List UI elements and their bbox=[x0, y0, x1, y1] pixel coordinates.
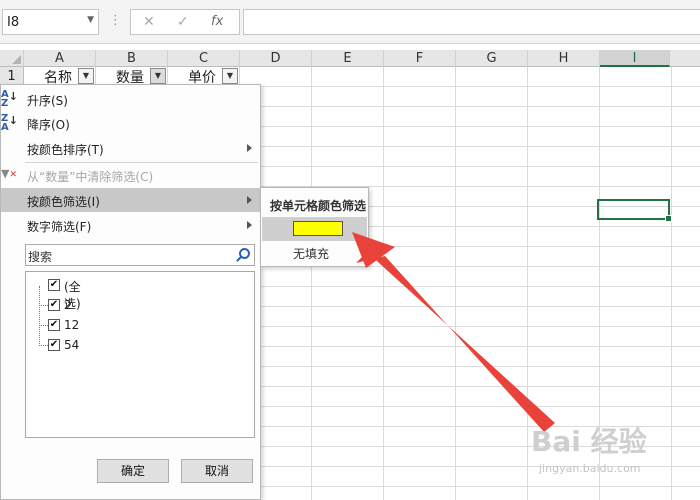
watermark-url: jingyan.baidu.com bbox=[539, 462, 641, 475]
arrow-icon bbox=[356, 252, 555, 432]
watermark: Bai 经验 jingyan.baidu.com bbox=[531, 420, 681, 490]
watermark-brand: Bai 经验 bbox=[531, 425, 647, 458]
